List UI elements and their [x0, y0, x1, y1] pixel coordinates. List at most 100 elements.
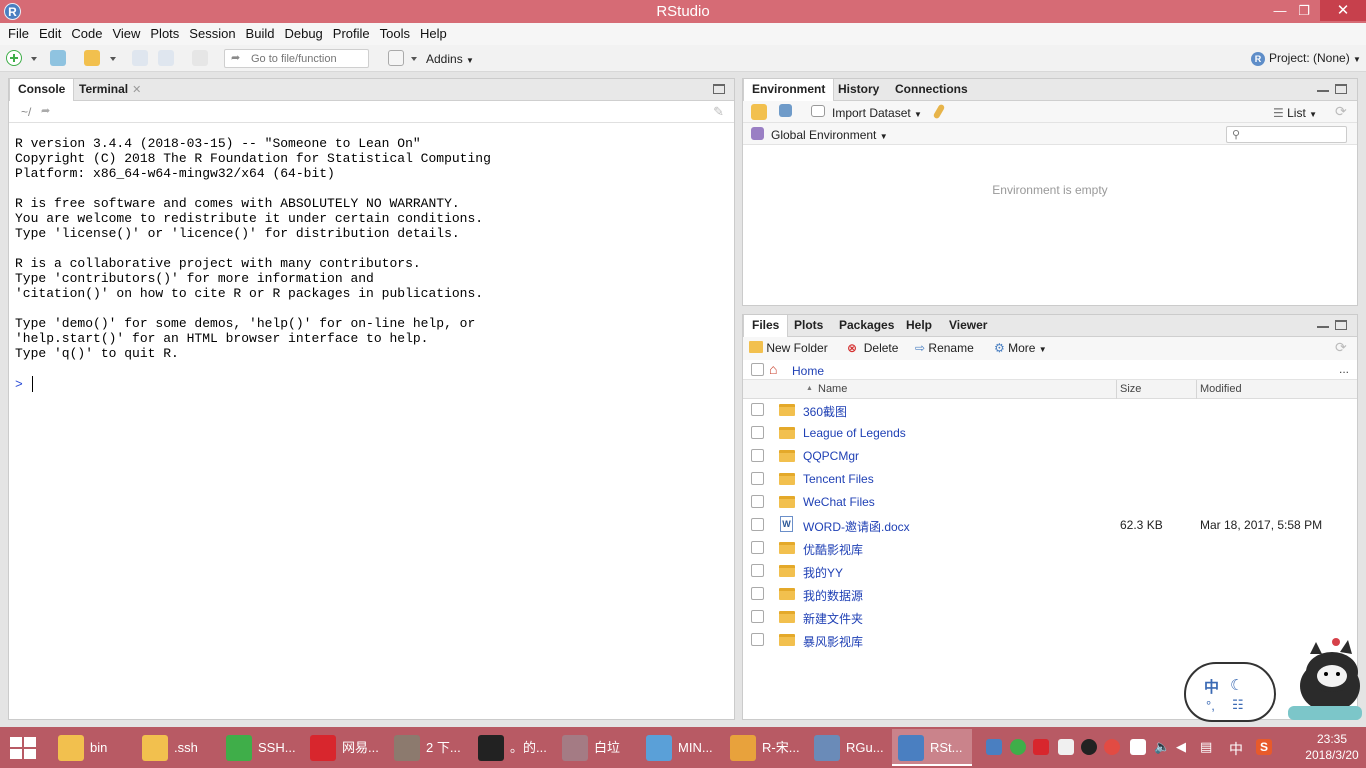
cat-mascot-icon[interactable] — [1280, 630, 1364, 722]
file-name-link[interactable]: 我的数据源 — [803, 587, 863, 604]
file-row[interactable]: WeChat Files — [743, 491, 1357, 514]
file-row-checkbox[interactable] — [751, 472, 764, 485]
taskbar-app-button[interactable]: bin — [52, 729, 132, 766]
signal-icon[interactable]: ▤ — [1200, 739, 1212, 755]
minimize-environment-icon[interactable] — [1317, 84, 1329, 92]
menu-debug[interactable]: Debug — [279, 23, 327, 45]
menu-view[interactable]: View — [107, 23, 145, 45]
save-all-icon[interactable] — [158, 50, 174, 66]
open-file-icon[interactable] — [84, 50, 100, 66]
tab-console[interactable]: Console — [9, 79, 75, 102]
goto-dir-icon[interactable]: ➦ — [41, 104, 50, 117]
file-row-checkbox[interactable] — [751, 426, 764, 439]
file-row-checkbox[interactable] — [751, 518, 764, 531]
file-row[interactable]: League of Legends — [743, 422, 1357, 445]
goto-input[interactable] — [251, 51, 363, 66]
file-row[interactable]: QQPCMgr — [743, 445, 1357, 468]
taskbar-app-button[interactable]: RGu... — [808, 729, 888, 766]
load-workspace-icon[interactable] — [751, 104, 767, 120]
minimize-files-icon[interactable] — [1317, 320, 1329, 328]
tab-plots[interactable]: Plots — [786, 315, 831, 337]
clear-console-icon[interactable]: ✎ — [713, 104, 724, 120]
tray-display-icon[interactable] — [1058, 739, 1074, 755]
list-view-button[interactable]: ☰ List ▼ — [1273, 106, 1317, 120]
column-size[interactable]: Size — [1120, 383, 1141, 395]
file-row-checkbox[interactable] — [751, 495, 764, 508]
tab-help[interactable]: Help — [898, 315, 940, 337]
file-row[interactable]: Tencent Files — [743, 468, 1357, 491]
new-folder-button[interactable]: New Folder — [749, 341, 828, 355]
volume-icon[interactable]: 🔈 — [1154, 739, 1170, 755]
open-recent-dropdown-icon[interactable] — [110, 57, 116, 61]
save-icon[interactable] — [132, 50, 148, 66]
taskbar-app-button[interactable]: 白垃 — [556, 729, 636, 766]
file-name-link[interactable]: 优酷影视库 — [803, 541, 863, 558]
tab-viewer[interactable]: Viewer — [941, 315, 995, 337]
file-name-link[interactable]: Tencent Files — [803, 472, 874, 486]
menu-build[interactable]: Build — [241, 23, 280, 45]
file-row[interactable]: W WORD-邀请函.docx 62.3 KB Mar 18, 2017, 5:58 … — [743, 514, 1357, 537]
tab-packages[interactable]: Packages — [831, 315, 902, 337]
file-row-checkbox[interactable] — [751, 587, 764, 600]
environment-search-input[interactable]: ⚲ — [1226, 126, 1347, 143]
taskbar-app-button[interactable]: MIN... — [640, 729, 720, 766]
file-name-link[interactable]: 我的YY — [803, 564, 843, 581]
tray-red-icon[interactable] — [1033, 739, 1049, 755]
menu-edit[interactable]: Edit — [34, 23, 66, 45]
menu-file[interactable]: File — [0, 23, 34, 45]
system-clock[interactable]: 23:35 2018/3/20 — [1302, 731, 1362, 763]
file-row[interactable]: 新建文件夹 — [743, 606, 1357, 629]
file-name-link[interactable]: League of Legends — [803, 426, 906, 440]
print-icon[interactable] — [192, 50, 208, 66]
ime-floating-badge[interactable]: 中 ☾ °, ☷ — [1184, 662, 1276, 722]
file-row-checkbox[interactable] — [751, 633, 764, 646]
file-row-checkbox[interactable] — [751, 403, 764, 416]
tab-environment[interactable]: Environment — [743, 79, 835, 102]
taskbar-app-button[interactable]: .ssh — [136, 729, 216, 766]
global-environment-dropdown[interactable]: Global Environment ▼ — [771, 128, 888, 142]
file-name-link[interactable]: 新建文件夹 — [803, 610, 863, 627]
select-all-checkbox[interactable] — [751, 363, 764, 376]
taskbar-app-button[interactable]: 网易... — [304, 729, 384, 766]
file-name-link[interactable]: QQPCMgr — [803, 449, 859, 463]
new-project-icon[interactable] — [50, 50, 66, 66]
taskbar-app-button[interactable]: 2 下... — [388, 729, 468, 766]
import-dataset-button[interactable]: Import Dataset ▼ — [832, 106, 922, 120]
usb-icon[interactable] — [1130, 739, 1146, 755]
column-modified[interactable]: Modified — [1200, 383, 1242, 395]
file-name-link[interactable]: 360截图 — [803, 403, 847, 420]
weibo-tray-icon[interactable] — [1104, 739, 1120, 755]
file-name-link[interactable]: 暴风影视库 — [803, 633, 863, 650]
file-row[interactable]: 360截图 — [743, 399, 1357, 422]
qq-tray-icon[interactable] — [1081, 739, 1097, 755]
close-terminal-icon[interactable]: ✕ — [132, 84, 141, 96]
save-workspace-icon[interactable] — [779, 104, 792, 117]
menu-plots[interactable]: Plots — [145, 23, 184, 45]
sogou-s-icon[interactable]: S — [1256, 739, 1272, 755]
menu-session[interactable]: Session — [184, 23, 240, 45]
new-file-icon[interactable] — [6, 50, 22, 66]
more-button[interactable]: ⚙ More ▼ — [994, 341, 1047, 355]
start-button[interactable] — [10, 737, 38, 759]
taskbar-app-button[interactable]: R-宋... — [724, 729, 804, 766]
console-cursor[interactable] — [32, 376, 33, 392]
taskbar-app-button[interactable]: RSt... — [892, 729, 972, 766]
breadcrumb-home[interactable]: Home — [792, 364, 824, 378]
goto-file-function[interactable]: ➦ — [224, 49, 369, 68]
file-row-checkbox[interactable] — [751, 541, 764, 554]
rename-button[interactable]: ⇨ Rename — [915, 341, 974, 355]
taskbar-app-button[interactable]: 。的... — [472, 729, 552, 766]
broom-clear-icon[interactable] — [932, 103, 946, 120]
maximize-environment-icon[interactable] — [1335, 84, 1347, 94]
refresh-environment-icon[interactable]: ⟳ — [1335, 103, 1347, 120]
tray-green-icon[interactable] — [1010, 739, 1026, 755]
file-name-link[interactable]: WORD-邀请函.docx — [803, 518, 910, 535]
maximize-console-icon[interactable] — [713, 84, 725, 94]
file-row[interactable]: 优酷影视库 — [743, 537, 1357, 560]
project-menu[interactable]: R Project: (None) ▼ — [1251, 51, 1361, 66]
maximize-files-icon[interactable] — [1335, 320, 1347, 330]
addins-menu[interactable]: Addins ▼ — [426, 52, 474, 66]
new-file-dropdown-icon[interactable] — [31, 57, 37, 61]
network-icon[interactable]: ◀ — [1176, 739, 1186, 755]
console-working-dir[interactable]: ~/ — [21, 105, 31, 119]
